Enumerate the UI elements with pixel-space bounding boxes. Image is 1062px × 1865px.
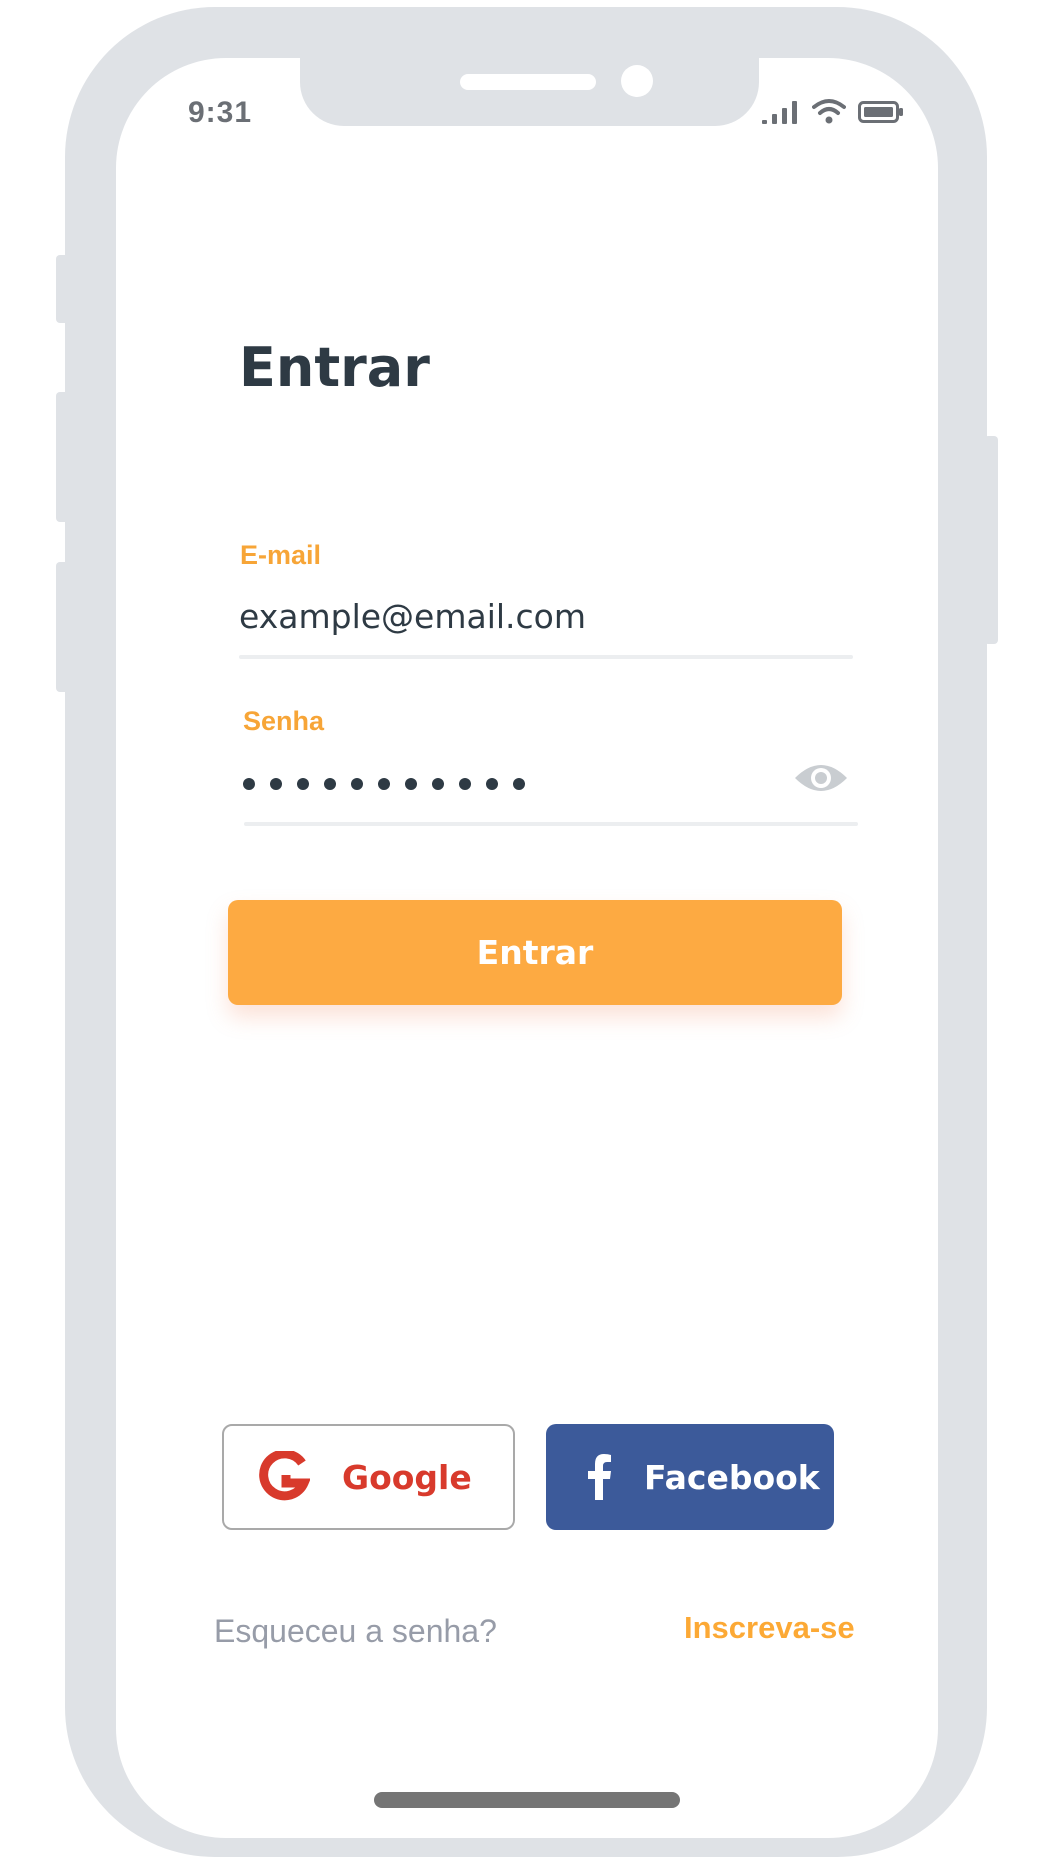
password-dot: [405, 778, 417, 790]
phone-screen: 9:31 Entrar E-mail example@email.com Sen…: [116, 58, 938, 1838]
password-dot: [486, 778, 498, 790]
password-dot: [270, 778, 282, 790]
speaker-grille: [460, 74, 596, 90]
password-label: Senha: [243, 706, 325, 736]
password-dot: [351, 778, 363, 790]
eye-icon[interactable]: [793, 760, 849, 796]
status-icons: [762, 98, 904, 124]
password-dot: [513, 778, 525, 790]
password-underline: [244, 822, 858, 826]
wifi-icon: [812, 99, 846, 124]
home-indicator[interactable]: [374, 1792, 680, 1808]
password-dot: [243, 778, 255, 790]
google-login-button[interactable]: Google: [222, 1424, 515, 1530]
login-button[interactable]: Entrar: [228, 900, 842, 1005]
mute-switch: [56, 255, 70, 323]
status-time: 9:31: [188, 96, 253, 129]
facebook-icon: [586, 1454, 612, 1500]
facebook-login-button[interactable]: Facebook: [546, 1424, 834, 1530]
signup-link[interactable]: Inscreva-se: [684, 1610, 855, 1646]
password-dot: [459, 778, 471, 790]
battery-icon: [858, 101, 903, 123]
volume-up-button: [56, 392, 70, 522]
password-field[interactable]: [243, 778, 525, 790]
google-button-label: Google: [342, 1457, 472, 1497]
google-icon: [258, 1451, 310, 1503]
password-dot: [432, 778, 444, 790]
notch: [300, 58, 759, 126]
password-dot: [297, 778, 309, 790]
page-title: Entrar: [239, 336, 430, 399]
power-button: [984, 436, 998, 644]
email-label: E-mail: [240, 540, 322, 570]
volume-down-button: [56, 562, 70, 692]
signal-icon: [762, 101, 797, 124]
front-camera: [621, 65, 653, 97]
email-field[interactable]: example@email.com: [239, 597, 586, 636]
forgot-password-link[interactable]: Esqueceu a senha?: [214, 1613, 497, 1650]
email-underline: [239, 655, 853, 659]
password-dot: [378, 778, 390, 790]
facebook-button-label: Facebook: [644, 1457, 820, 1497]
password-dot: [324, 778, 336, 790]
